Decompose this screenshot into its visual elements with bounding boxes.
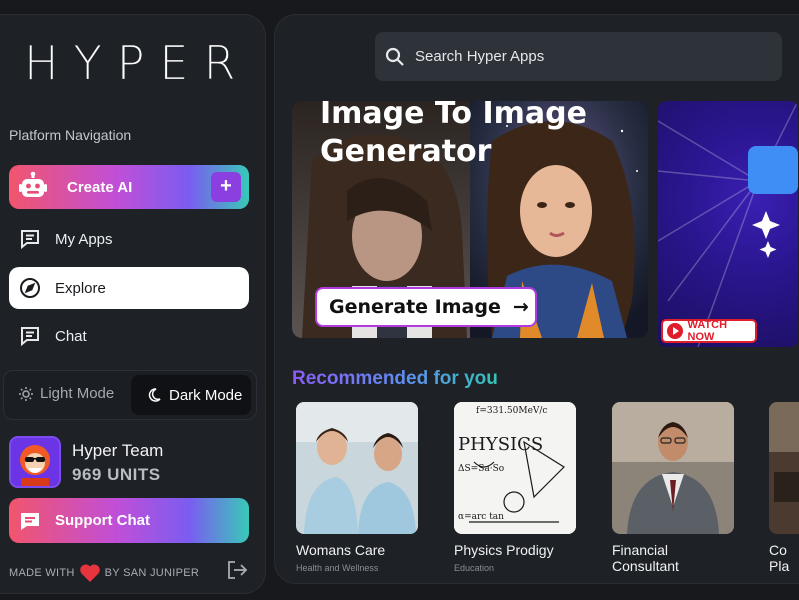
- app-thumbnail: [296, 402, 418, 534]
- app-card[interactable]: Co Pla: [769, 402, 799, 574]
- moon-icon: [147, 388, 161, 402]
- compass-icon: [19, 277, 41, 299]
- made-with-text: MADE WITH: [9, 567, 75, 579]
- create-ai-plus-button[interactable]: +: [211, 172, 241, 202]
- footer-credit: MADE WITH BY SAN JUNIPER: [9, 563, 199, 583]
- chat-icon: [19, 325, 41, 347]
- support-chat-icon: [19, 510, 41, 532]
- app-card-title: Co Pla: [769, 542, 790, 574]
- dark-mode-option[interactable]: Dark Mode: [131, 375, 251, 415]
- credit-by-text: BY SAN JUNIPER: [104, 567, 200, 579]
- dark-mode-label: Dark Mode: [169, 386, 243, 404]
- sidebar-item-label: Explore: [55, 279, 106, 297]
- nav-section-label: Platform Navigation: [9, 127, 132, 143]
- watch-now-label: WATCH NOW: [687, 319, 728, 343]
- theme-toggle: Light Mode Dark Mode: [3, 370, 257, 420]
- thumbnail-formula: ΔS=Sa·So: [458, 464, 505, 474]
- robot-icon: [17, 171, 49, 203]
- thumbnail-formula: α=arc tan: [458, 512, 504, 522]
- support-chat-label: Support Chat: [55, 512, 150, 529]
- app-card[interactable]: Financial Consultant: [612, 402, 736, 579]
- create-ai-button[interactable]: Create AI +: [9, 165, 249, 209]
- thumbnail-formula-word: PHYSICS: [458, 434, 544, 455]
- light-mode-label: Light Mode: [40, 385, 115, 402]
- sidebar-item-my-apps[interactable]: My Apps: [9, 218, 249, 260]
- play-icon: [667, 323, 683, 339]
- sidebar-item-chat[interactable]: Chat: [9, 315, 249, 357]
- app-thumbnail: [612, 402, 734, 534]
- arrow-right-icon: →: [512, 296, 529, 318]
- search-input[interactable]: [415, 48, 755, 65]
- main-panel: Image To Image Generator Generate Image …: [274, 14, 799, 584]
- team-profile[interactable]: Hyper Team 969 UNITS: [9, 436, 249, 490]
- avatar: [9, 436, 61, 488]
- hero-banner[interactable]: Image To Image Generator Generate Image …: [292, 101, 648, 338]
- sidebar-item-explore[interactable]: Explore: [9, 267, 249, 309]
- secondary-banner[interactable]: WATCH NOW: [658, 101, 798, 347]
- app-card-category: Health and Wellness: [296, 563, 379, 573]
- support-chat-button[interactable]: Support Chat: [9, 498, 249, 543]
- light-mode-option[interactable]: Light Mode: [18, 385, 114, 402]
- app-thumbnail: PHYSICS f=331.50MeV/c ΔS=Sa·So α=arc tan: [454, 402, 576, 534]
- apps-chat-icon: [19, 228, 41, 250]
- watch-now-badge[interactable]: WATCH NOW: [661, 319, 757, 343]
- search-icon: [385, 47, 405, 67]
- logout-icon[interactable]: [226, 559, 248, 581]
- generate-image-button[interactable]: Generate Image →: [315, 287, 537, 327]
- app-card-category: Education: [454, 563, 495, 573]
- app-thumbnail: [769, 402, 799, 534]
- app-card-title: Womans Care: [296, 542, 386, 558]
- search-bar[interactable]: [375, 32, 782, 81]
- hero-title: Image To Image Generator: [320, 101, 587, 169]
- sun-icon: [18, 386, 34, 402]
- app-card-title: Financial Consultant: [612, 542, 679, 574]
- sidebar-item-label: My Apps: [55, 230, 113, 248]
- brand-logo[interactable]: HYPER: [24, 37, 236, 89]
- team-units: 969 UNITS: [72, 465, 161, 484]
- generate-image-label: Generate Image: [329, 296, 501, 318]
- app-card[interactable]: PHYSICS f=331.50MeV/c ΔS=Sa·So α=arc tan…: [454, 402, 578, 573]
- app-card[interactable]: Womans Care Health and Wellness: [296, 402, 420, 573]
- create-ai-label: Create AI: [67, 178, 133, 196]
- sidebar: HYPER Platform Navigation Create AI + My…: [0, 14, 266, 594]
- banner-art: [658, 101, 798, 347]
- recommended-heading: Recommended for you: [292, 368, 498, 389]
- heart-icon: [79, 563, 101, 583]
- sidebar-item-label: Chat: [55, 327, 87, 345]
- team-name: Hyper Team: [72, 441, 164, 460]
- thumbnail-formula: f=331.50MeV/c: [476, 406, 548, 416]
- app-card-title: Physics Prodigy: [454, 542, 554, 558]
